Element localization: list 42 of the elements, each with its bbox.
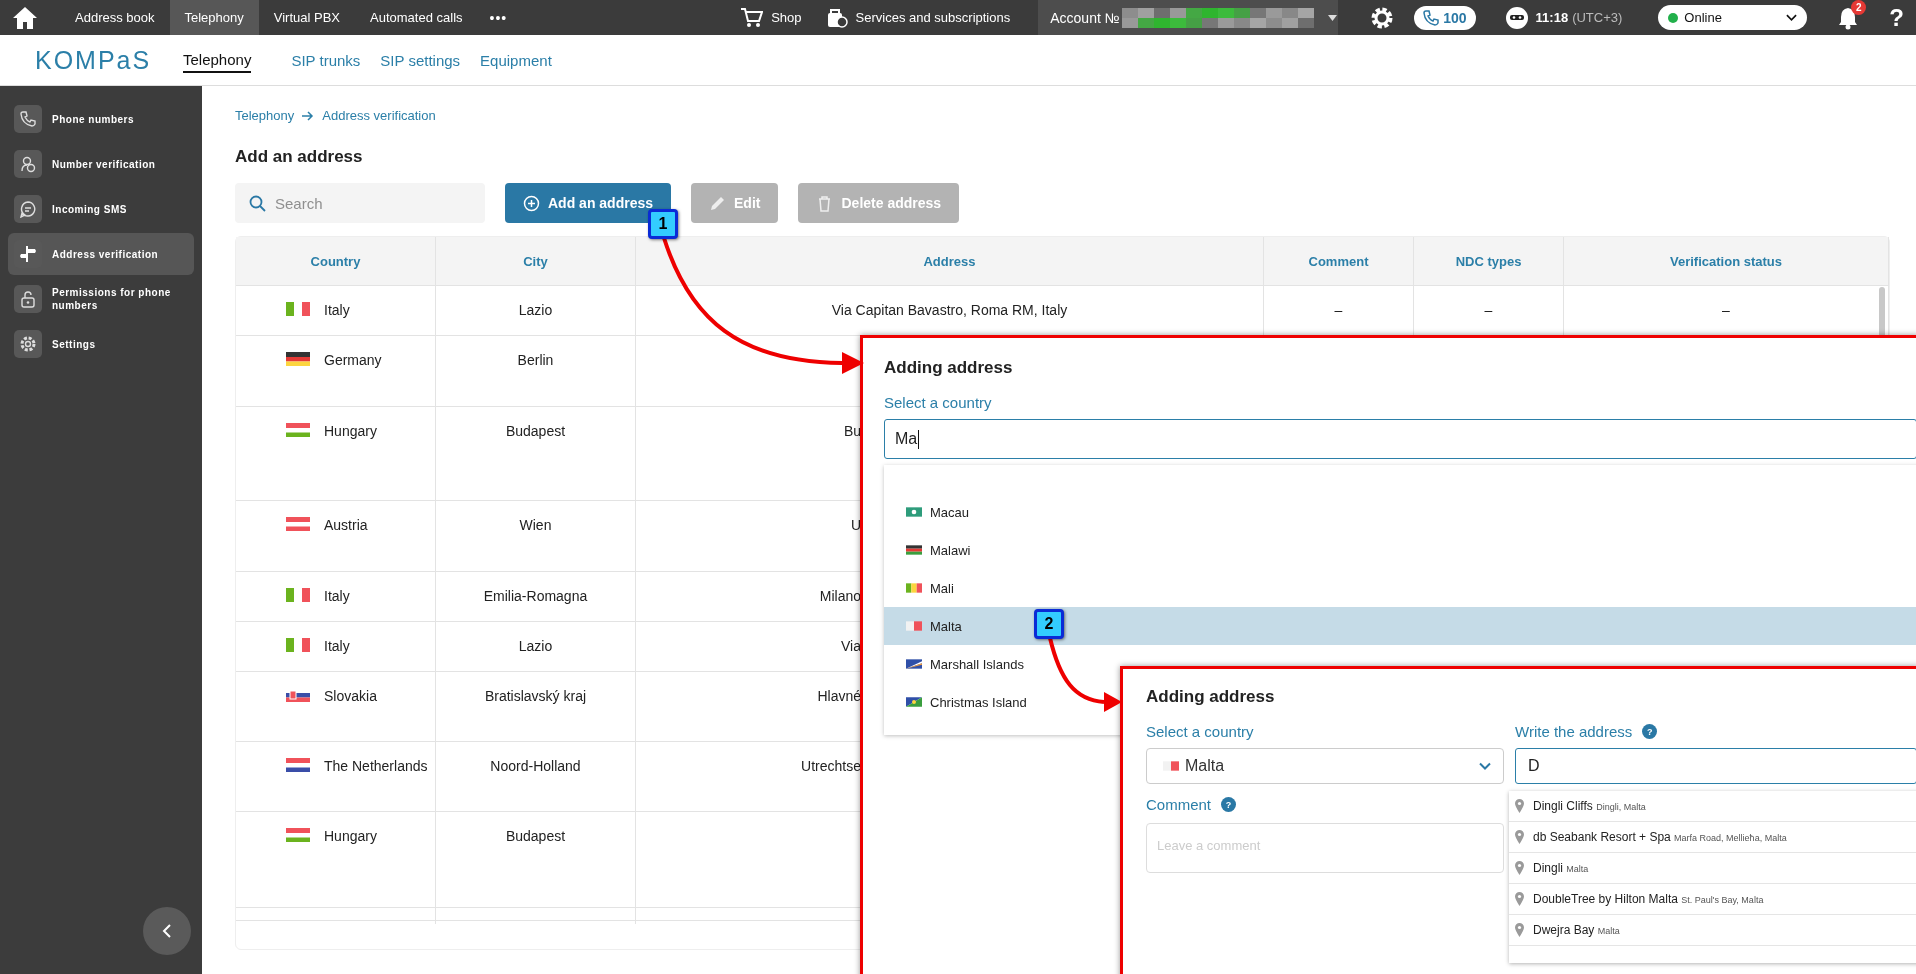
suggestion-text: Dwejra Bay Malta	[1533, 923, 1620, 937]
sidebar-label: Incoming SMS	[52, 202, 128, 216]
page-title: Add an address	[235, 147, 364, 167]
table-cell: Berlin	[436, 336, 636, 406]
country-name: Italy	[324, 638, 350, 654]
suggestion-text: db Seabank Resort + Spa Marfa Road, Mellieħa, Malta	[1533, 830, 1787, 844]
dialog-title: Adding address	[884, 358, 1014, 378]
sidebar-label: Settings	[52, 337, 97, 351]
notification-badge: 2	[1851, 0, 1867, 15]
country-name: Austria	[324, 517, 368, 533]
suggestion-text: DoubleTree by Hilton Malta St. Paul's Bay, Malta	[1533, 892, 1764, 906]
country-name: Italy	[324, 302, 350, 318]
step-number: 1	[648, 209, 678, 239]
table-cell: Bratislavský kraj	[436, 672, 636, 741]
clock-time: 11:18	[1535, 10, 1569, 25]
suggestion-text: Dingli Cliffs Dingli, Malta	[1533, 799, 1646, 813]
country-name: The Netherlands	[324, 758, 428, 774]
table-cell: Wien	[436, 501, 636, 571]
sidebar-label: Address verification	[52, 247, 160, 261]
timezone: (UTC+3)	[1572, 10, 1623, 25]
sidebar-label: Number verification	[52, 157, 157, 171]
country-name: Hungary	[324, 423, 377, 439]
country-name: Germany	[324, 352, 382, 368]
step-number: 2	[1034, 609, 1064, 639]
account-label: Account №	[1050, 9, 1120, 26]
country-name: Italy	[324, 588, 350, 604]
search-placeholder: Search	[275, 194, 323, 212]
logo: KOMPaS	[35, 45, 153, 75]
field-label: Write the address	[1515, 723, 1633, 740]
country-name: Slovakia	[324, 688, 377, 704]
field-label: Select a country	[1146, 723, 1254, 740]
table-cell: Noord-Holland	[436, 742, 636, 811]
table-cell: Budapest	[436, 812, 636, 907]
table-cell: Lazio	[436, 622, 636, 671]
table-cell: Emilia-Romagna	[436, 572, 636, 621]
sidebar-label: Phone numbers	[52, 112, 136, 126]
table-cell: Lazio	[436, 286, 636, 335]
suggestion-text: Dingli Malta	[1533, 861, 1589, 875]
country-name: Hungary	[324, 828, 377, 844]
sidebar-label: Permissions for phone numbers	[52, 286, 172, 312]
table-cell: Budapest	[436, 407, 636, 500]
field-label: Comment	[1146, 796, 1212, 813]
